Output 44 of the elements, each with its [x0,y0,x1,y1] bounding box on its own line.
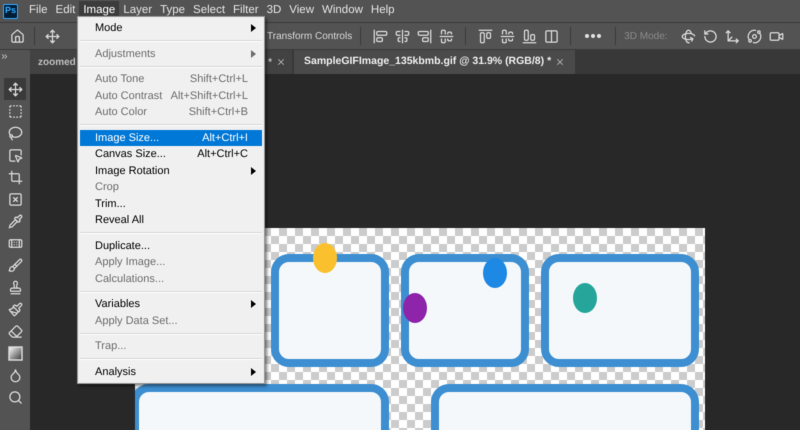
menu-entry[interactable]: Reveal All [80,212,262,228]
menu-entry-label: Apply Data Set... [95,314,179,328]
shortcut-text: Shift+Ctrl+B [188,105,248,120]
menu-item[interactable]: Edit [52,1,80,21]
menu-entry-label: Image Size... [95,130,160,146]
menu-entry-label: Auto Tone [95,72,146,87]
menu-entry-label: Adjustments [95,46,157,62]
modified-mark: * [268,56,272,70]
menu-entry[interactable]: Trim... [80,196,262,212]
menu-entry-label: Crop [95,180,120,195]
document-tab[interactable]: SampleGIFImage_135kbmb.gif @ 31.9% (RGB/8) * [294,50,576,74]
menu-entry-label: Mode [95,21,124,36]
menu-entry[interactable]: Analysis [80,364,262,380]
transform-controls-label[interactable]: Transform Controls [267,28,352,44]
menu-entry-label: Trim... [95,196,127,212]
menu-entry-label: Analysis [95,364,137,380]
menu-entry-label: Canvas Size... [95,147,167,162]
menu-item[interactable]: 3D [262,1,286,21]
menu-entry[interactable]: Image Rotation [80,162,262,179]
menu-entry-label: Reveal All [95,213,145,228]
menu-entry-label: Image Rotation [95,164,171,178]
tab-title: zoomed [38,56,76,70]
menu-entry[interactable]: Mode [80,20,262,36]
shortcut-text: Alt+Ctrl+C [197,147,248,162]
menu-entry[interactable]: Image Size... Alt+Ctrl+I [80,130,262,146]
menu-entry-label: Auto Color [95,105,148,120]
tab-title: SampleGIFImage_135kbmb.gif @ 31.9% (RGB/8) * [304,54,552,70]
menu-entry-label: Auto Contrast [95,88,164,104]
app-logo: Ps [3,4,18,18]
shortcut-text: Alt+Shift+Ctrl+L [170,88,248,104]
menu-entry[interactable]: Variables [80,296,262,312]
menu-entry[interactable]: Canvas Size... Alt+Ctrl+C [80,146,262,162]
menu-entry-label: Calculations... [95,272,166,286]
shortcut-text: Shift+Ctrl+L [190,72,248,87]
menu-item[interactable]: Window [318,1,367,21]
menu-entry[interactable]: Duplicate... [80,238,262,254]
menu-entry-label: Trap... [95,339,128,354]
menu-item[interactable]: Help [366,1,399,21]
menu-item[interactable]: View [285,1,318,21]
menu-entry-label: Apply Image... [95,255,166,270]
menu-entry-label: Duplicate... [95,238,152,254]
menu-entry-label: Variables [95,297,142,312]
shortcut-text: Alt+Ctrl+I [202,130,248,146]
menu-item[interactable]: File [25,1,52,21]
